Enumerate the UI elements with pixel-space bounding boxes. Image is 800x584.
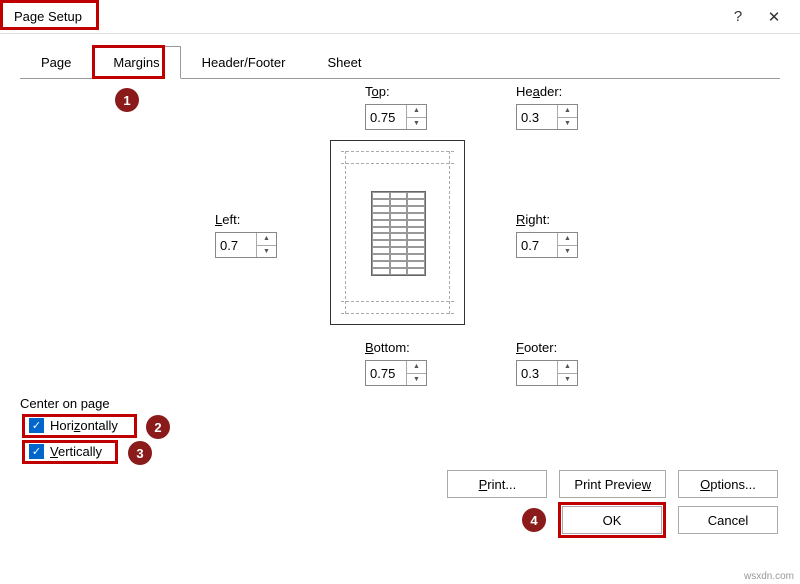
- tabstrip: Page Margins Header/Footer Sheet: [0, 34, 800, 79]
- center-on-page-label: Center on page: [20, 396, 110, 411]
- checkbox-checked-icon[interactable]: ✓: [29, 418, 44, 433]
- header-margin-input[interactable]: [517, 105, 557, 129]
- footer-margin-input[interactable]: [517, 361, 557, 385]
- horizontally-label: Horizontally: [50, 418, 118, 433]
- window-title: Page Setup: [8, 5, 88, 28]
- cancel-button[interactable]: Cancel: [678, 506, 778, 534]
- up-arrow-icon[interactable]: ▲: [558, 361, 577, 374]
- close-button[interactable]: ✕: [756, 3, 792, 31]
- label-header: Header:: [516, 84, 562, 99]
- annotation-badge-4: 4: [522, 508, 546, 532]
- preview-grid-icon: [371, 191, 426, 276]
- header-margin-spinbox[interactable]: ▲▼: [516, 104, 578, 130]
- annotation-badge-2: 2: [146, 415, 170, 439]
- titlebar: Page Setup ? ✕: [0, 0, 800, 34]
- down-arrow-icon[interactable]: ▼: [558, 246, 577, 258]
- print-preview-button[interactable]: Print Preview: [559, 470, 666, 498]
- help-button[interactable]: ?: [720, 3, 756, 31]
- dialog-content: Top: Header: Left: Right: Bottom: Footer…: [0, 80, 800, 550]
- watermark: wsxdn.com: [744, 571, 794, 582]
- vertically-checkbox-row[interactable]: ✓ Vertically: [25, 442, 106, 461]
- page-preview: [330, 140, 465, 325]
- up-arrow-icon[interactable]: ▲: [407, 105, 426, 118]
- top-margin-spinbox[interactable]: ▲▼: [365, 104, 427, 130]
- left-margin-spinbox[interactable]: ▲▼: [215, 232, 277, 258]
- dialog-button-row: 4 OK Cancel: [522, 502, 778, 538]
- horizontally-checkbox-row[interactable]: ✓ Horizontally: [25, 416, 122, 435]
- top-margin-input[interactable]: [366, 105, 406, 129]
- up-arrow-icon[interactable]: ▲: [558, 105, 577, 118]
- annotation-box-ok: OK: [558, 502, 666, 538]
- up-arrow-icon[interactable]: ▲: [407, 361, 426, 374]
- label-left: Left:: [215, 212, 240, 227]
- ok-button[interactable]: OK: [562, 506, 662, 534]
- vertically-label: Vertically: [50, 444, 102, 459]
- action-button-row: Print... Print Preview Options...: [447, 470, 778, 498]
- up-arrow-icon[interactable]: ▲: [257, 233, 276, 246]
- bottom-margin-spinbox[interactable]: ▲▼: [365, 360, 427, 386]
- footer-margin-spinbox[interactable]: ▲▼: [516, 360, 578, 386]
- down-arrow-icon[interactable]: ▼: [257, 246, 276, 258]
- right-margin-spinbox[interactable]: ▲▼: [516, 232, 578, 258]
- label-bottom: Bottom:: [365, 340, 410, 355]
- tab-margins[interactable]: Margins: [92, 46, 180, 79]
- right-margin-input[interactable]: [517, 233, 557, 257]
- label-right: Right:: [516, 212, 550, 227]
- up-arrow-icon[interactable]: ▲: [558, 233, 577, 246]
- left-margin-input[interactable]: [216, 233, 256, 257]
- print-button[interactable]: Print...: [447, 470, 547, 498]
- down-arrow-icon[interactable]: ▼: [407, 118, 426, 130]
- label-top: Top:: [365, 84, 390, 99]
- down-arrow-icon[interactable]: ▼: [407, 374, 426, 386]
- tab-sheet[interactable]: Sheet: [306, 46, 382, 79]
- annotation-badge-3: 3: [128, 441, 152, 465]
- down-arrow-icon[interactable]: ▼: [558, 118, 577, 130]
- options-button[interactable]: Options...: [678, 470, 778, 498]
- bottom-margin-input[interactable]: [366, 361, 406, 385]
- checkbox-checked-icon[interactable]: ✓: [29, 444, 44, 459]
- tab-headerfooter[interactable]: Header/Footer: [181, 46, 307, 79]
- label-footer: Footer:: [516, 340, 557, 355]
- tab-page[interactable]: Page: [20, 46, 92, 79]
- down-arrow-icon[interactable]: ▼: [558, 374, 577, 386]
